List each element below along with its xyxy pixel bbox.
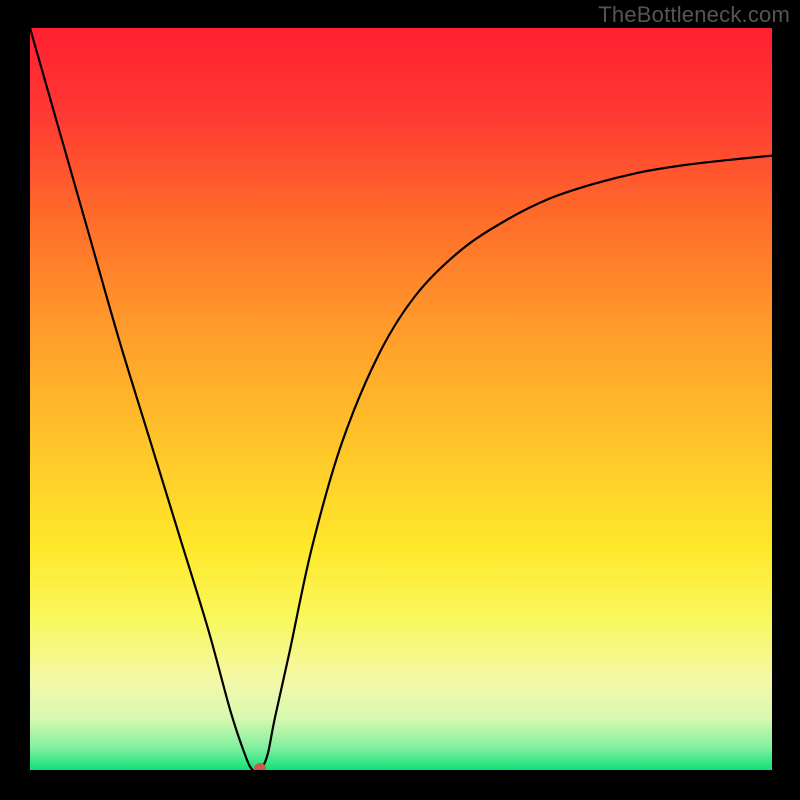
gradient-background — [30, 28, 772, 770]
watermark-text: TheBottleneck.com — [598, 2, 790, 28]
plot-area — [30, 28, 772, 770]
chart-frame: TheBottleneck.com — [0, 0, 800, 800]
plot-svg — [30, 28, 772, 770]
